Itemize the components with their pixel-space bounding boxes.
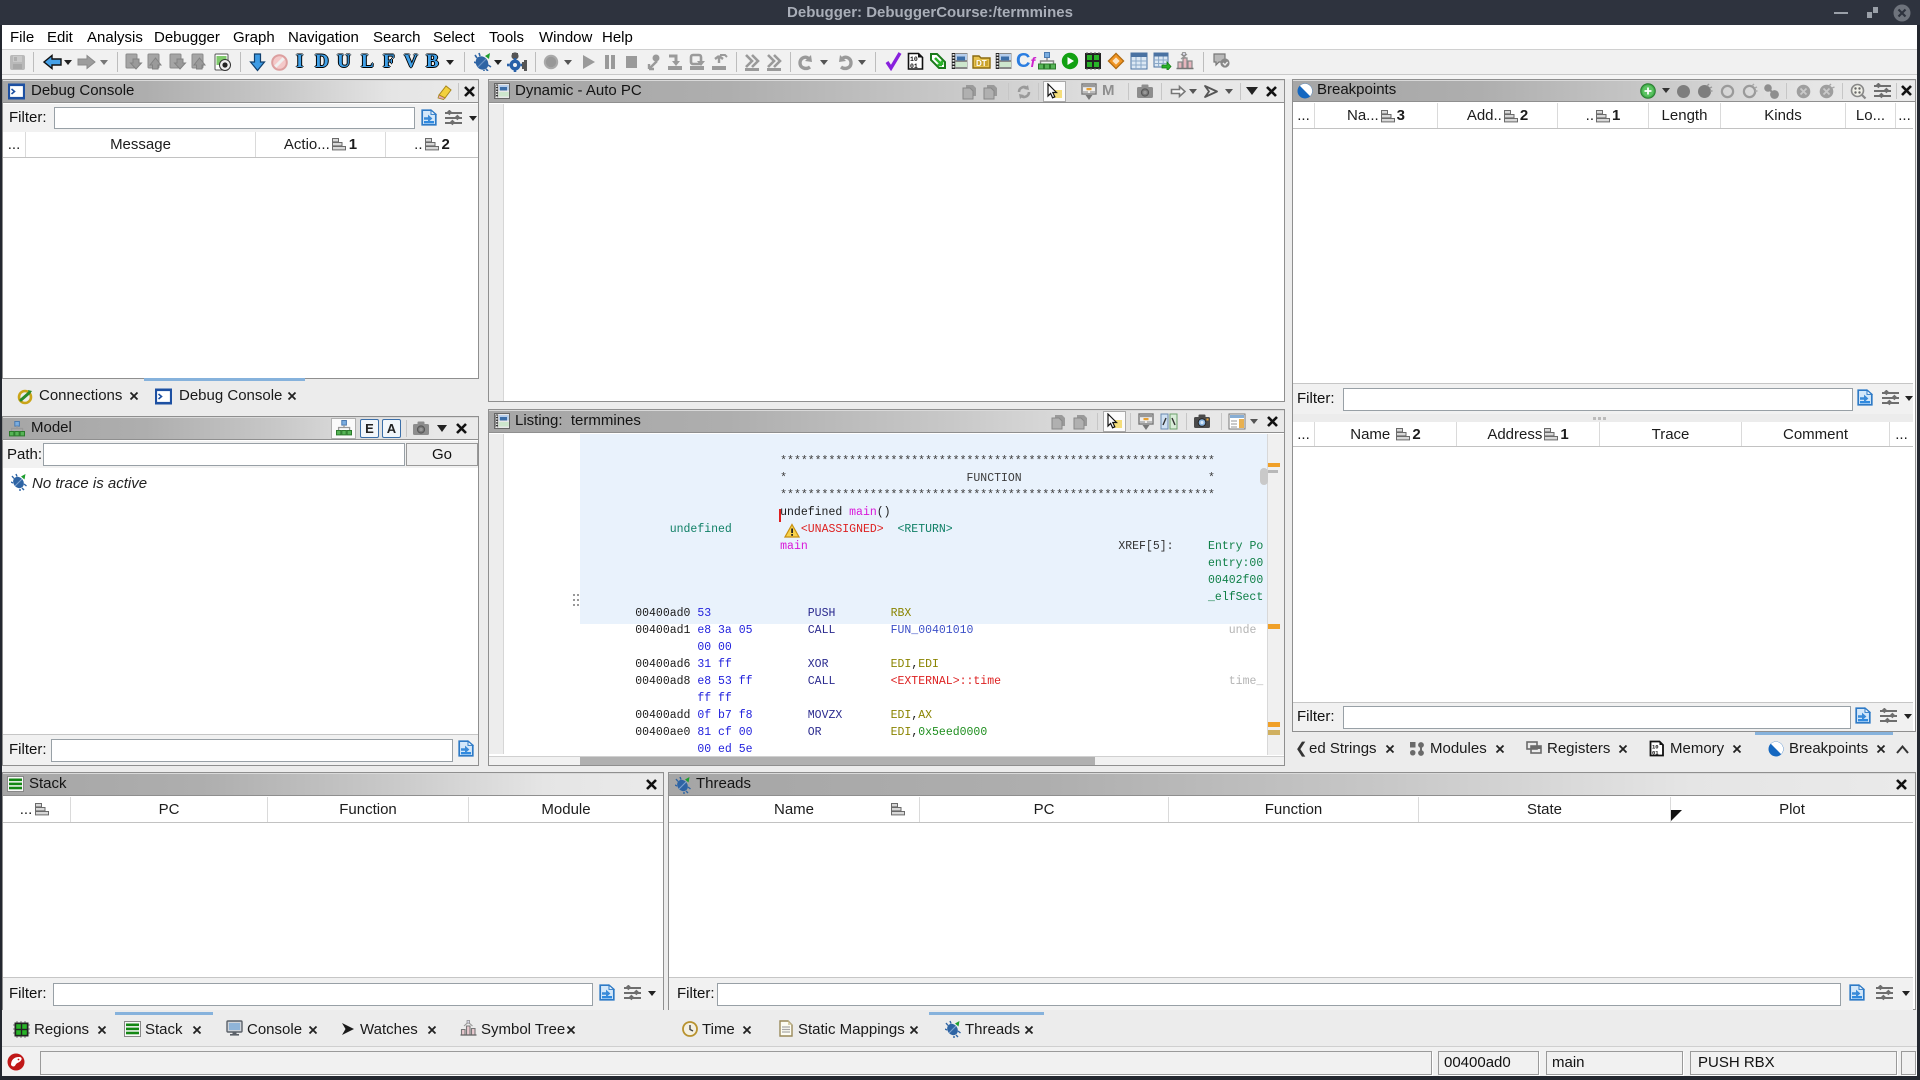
svg-text:01: 01 [910,63,918,70]
svg-text:10: 10 [910,56,918,63]
svg-text:DT: DT [976,59,987,68]
